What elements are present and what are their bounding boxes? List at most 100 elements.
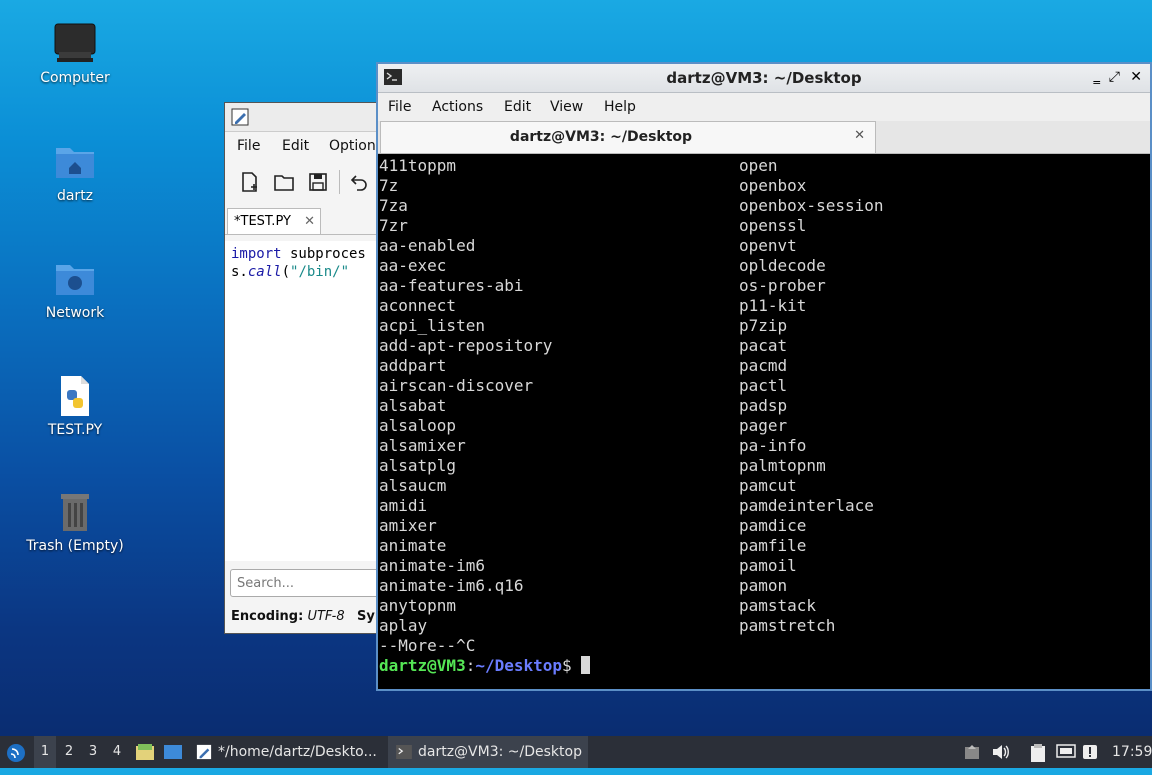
close-icon[interactable]: ✕ (304, 209, 315, 235)
computer-icon (53, 22, 97, 66)
terminal-output[interactable]: 411toppm 7z 7za 7zr aa-enabled aa-exec aa-feat… (378, 156, 1150, 689)
prompt-dollar: $ (562, 656, 572, 675)
output-line: pamstretch (739, 616, 836, 635)
output-line: open (739, 156, 778, 175)
output-line: 7z (379, 176, 399, 195)
output-line: aplay (379, 616, 428, 635)
desktop-icon-test-py[interactable]: TEST.PY (20, 374, 130, 438)
clipboard-icon[interactable] (1030, 744, 1046, 762)
file-manager-icon[interactable] (136, 744, 154, 760)
search-input[interactable]: Search... (230, 569, 380, 597)
editor-menubar: File Edit Option (225, 132, 385, 160)
editor-app-icon (231, 108, 249, 130)
editor-tab-test-py[interactable]: *TEST.PY ✕ (227, 208, 321, 234)
output-line: padsp (739, 396, 788, 415)
save-icon[interactable] (308, 172, 328, 196)
maximize-icon[interactable]: ⤢ (1109, 69, 1120, 85)
output-line: aa-exec (379, 256, 447, 275)
output-line: pacmd (739, 356, 788, 375)
update-notifier-icon[interactable] (964, 744, 980, 760)
code-editor[interactable]: import subproces s.call("/bin/" (225, 241, 385, 561)
trash-icon (53, 490, 97, 534)
output-line: openbox-session (739, 196, 884, 215)
code-line-1: import subproces (231, 245, 379, 263)
editor-titlebar[interactable] (225, 103, 385, 132)
output-line: alsaloop (379, 416, 457, 435)
output-line: pamdeinterlace (739, 496, 874, 515)
clock[interactable]: 17:59 (1112, 736, 1152, 768)
editor-toolbar (225, 160, 385, 204)
close-icon[interactable]: ✕ (854, 128, 865, 143)
output-line: 411toppm (379, 156, 457, 175)
undo-icon[interactable] (350, 172, 370, 196)
output-line: alsatplg (379, 456, 457, 475)
network-status-icon[interactable] (1056, 744, 1076, 760)
terminal-tab[interactable]: dartz@VM3: ~/Desktop ✕ (380, 121, 876, 153)
window-title: dartz@VM3: ~/Desktop (666, 69, 862, 87)
start-menu-icon[interactable] (6, 743, 26, 762)
terminal-menubar: File Actions Edit View Help (378, 93, 1150, 121)
task-terminal[interactable]: dartz@VM3: ~/Desktop (388, 736, 588, 768)
terminal-menu-edit[interactable]: Edit (504, 99, 531, 115)
output-line: 7zr (379, 216, 408, 235)
output-line: animate (379, 536, 447, 555)
toolbar-separator (339, 170, 340, 194)
prompt-line: dartz@VM3:~/Desktop$ (379, 656, 591, 676)
volume-icon[interactable] (992, 744, 1009, 760)
encoding-label: Encoding: (231, 609, 304, 624)
output-line: amidi (379, 496, 428, 515)
output-column-1: 411toppm 7z 7za 7zr aa-enabled aa-exec aa-feat… (379, 156, 552, 656)
close-window-icon[interactable]: ✕ (1130, 69, 1142, 85)
desktop-icon-label: Trash (Empty) (26, 538, 124, 554)
open-folder-icon[interactable] (274, 172, 294, 196)
new-file-icon[interactable] (240, 172, 260, 196)
prompt-colon: : (465, 656, 476, 675)
workspace-3[interactable]: 3 (82, 736, 104, 768)
editor-app-icon (196, 744, 212, 760)
terminal-menu-file[interactable]: File (388, 99, 411, 115)
terminal-menu-actions[interactable]: Actions (432, 99, 483, 115)
editor-menu-file[interactable]: File (237, 138, 260, 154)
desktop-icon-label: dartz (56, 188, 94, 204)
desktop-icon-trash[interactable]: Trash (Empty) (20, 490, 130, 554)
output-line: anytopnm (379, 596, 457, 615)
notification-icon[interactable] (1082, 744, 1098, 760)
editor-menu-options[interactable]: Option (329, 138, 376, 154)
desktop-icon-network[interactable]: Network (20, 257, 130, 321)
output-line: p7zip (739, 316, 788, 335)
terminal-window: dartz@VM3: ~/Desktop ‗ ⤢ ✕ File Actions … (376, 62, 1152, 691)
minimize-icon[interactable]: ‗ (1094, 70, 1101, 85)
terminal-tabbar: dartz@VM3: ~/Desktop ✕ (378, 121, 1150, 154)
workspace-1[interactable]: 1 (34, 736, 56, 768)
terminal-menu-view[interactable]: View (550, 99, 583, 115)
output-line: alsabat (379, 396, 447, 415)
encoding-value[interactable]: UTF-8 (307, 609, 344, 624)
show-desktop-icon[interactable] (164, 744, 182, 760)
workspace-2[interactable]: 2 (58, 736, 80, 768)
desktop-icon-label: TEST.PY (47, 422, 103, 438)
output-line: 7za (379, 196, 408, 215)
desktop-icon-home[interactable]: dartz (20, 140, 130, 204)
task-editor[interactable]: */home/dartz/Deskto... (194, 736, 384, 768)
output-line: pamoil (739, 556, 797, 575)
output-line: opldecode (739, 256, 826, 275)
code-text: subproces (281, 246, 366, 262)
editor-tab-label: *TEST.PY (234, 214, 291, 229)
output-line: openbox (739, 176, 807, 195)
terminal-menu-help[interactable]: Help (604, 99, 636, 115)
output-line: aconnect (379, 296, 457, 315)
output-line: alsamixer (379, 436, 466, 455)
output-line: pamon (739, 576, 788, 595)
terminal-app-icon (396, 745, 412, 759)
terminal-tab-label: dartz@VM3: ~/Desktop (509, 129, 693, 145)
desktop-icon-label: Network (45, 305, 105, 321)
output-line: pamdice (739, 516, 807, 535)
editor-menu-edit[interactable]: Edit (282, 138, 309, 154)
desktop-icon-label: Computer (40, 70, 110, 86)
taskbar: 1 2 3 4 */home/dartz/Deskto... dartz@VM3… (0, 736, 1152, 768)
terminal-titlebar[interactable]: dartz@VM3: ~/Desktop ‗ ⤢ ✕ (378, 64, 1150, 93)
workspace-4[interactable]: 4 (106, 736, 128, 768)
home-folder-icon (53, 140, 97, 184)
desktop-icon-computer[interactable]: Computer (20, 22, 130, 86)
output-line: pamfile (739, 536, 807, 555)
